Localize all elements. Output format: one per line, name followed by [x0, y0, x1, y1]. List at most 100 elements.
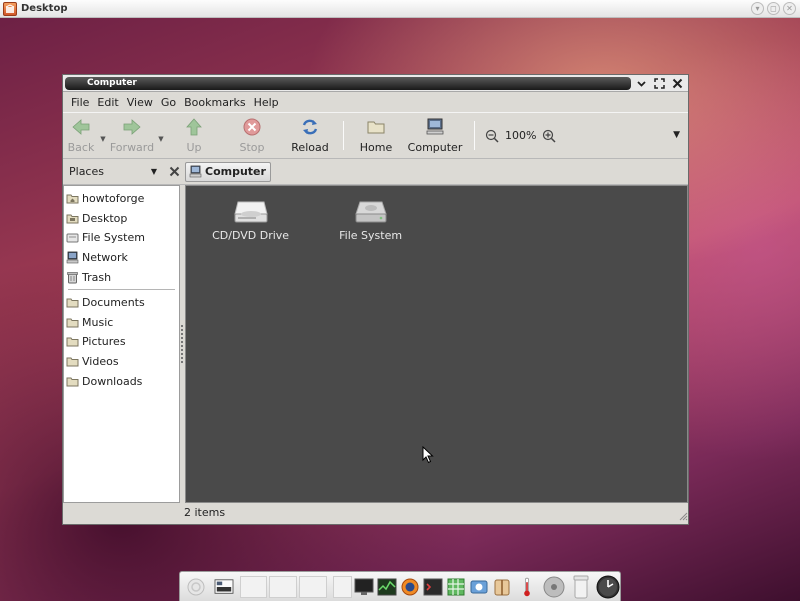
sidebar-item-videos[interactable]: Videos	[64, 352, 179, 372]
menu-view[interactable]: View	[123, 96, 157, 109]
up-arrow-icon	[186, 118, 202, 136]
reload-label: Reload	[291, 141, 329, 154]
computer-button[interactable]: Computer	[402, 113, 468, 158]
home-label: Home	[359, 141, 393, 154]
dock-cd-applet[interactable]	[542, 575, 567, 599]
window-title: Computer	[65, 76, 631, 90]
window-resize-grip[interactable]	[678, 511, 688, 521]
system-monitor-icon	[377, 578, 397, 595]
sidebar-item-downloads[interactable]: Downloads	[64, 371, 179, 391]
reload-button[interactable]: Reload	[283, 113, 337, 158]
desktop-folder-icon	[66, 214, 79, 224]
computer-icon	[426, 118, 444, 135]
dock-task-computer[interactable]	[211, 575, 238, 599]
places-title[interactable]: Places	[69, 165, 151, 178]
zoom-control: 100%	[481, 113, 556, 158]
hard-drive-icon	[354, 201, 387, 223]
sidebar-item-file-system[interactable]: File System	[64, 228, 179, 248]
stop-icon	[243, 118, 261, 136]
sidebar-item-pictures[interactable]: Pictures	[64, 332, 179, 352]
menu-edit[interactable]: Edit	[93, 96, 122, 109]
desktop-maximize-icon[interactable]: ◻	[767, 2, 780, 15]
sidebar-item-desktop[interactable]: Desktop	[64, 209, 179, 229]
sidebar-item-network[interactable]: Network	[64, 248, 179, 268]
dock-launcher-archive[interactable]	[492, 575, 513, 599]
menu-go[interactable]: Go	[157, 96, 180, 109]
dock-launcher-screenshot[interactable]	[469, 575, 490, 599]
folder-icon	[66, 298, 79, 308]
sidebar-item-label: File System	[82, 231, 145, 245]
desktop-close-icon[interactable]: ✕	[783, 2, 796, 15]
archive-icon	[494, 579, 510, 595]
forward-button[interactable]: Forward	[109, 113, 155, 158]
pane-resize-handle[interactable]	[180, 185, 184, 503]
menu-bookmarks[interactable]: Bookmarks	[180, 96, 249, 109]
dock-launcher-terminal[interactable]	[423, 575, 444, 599]
folder-icon	[66, 337, 79, 347]
sidebar-item-label: Documents	[82, 296, 145, 310]
optical-drive-icon	[233, 201, 268, 223]
window-titlebar[interactable]: Computer	[63, 75, 688, 92]
toolbar: Back ▼ Forward ▼ Up Stop Reload Home Com…	[63, 112, 688, 159]
maximize-icon[interactable]	[652, 76, 667, 91]
sidebar-item-trash[interactable]: Trash	[64, 267, 179, 287]
back-history-dropdown[interactable]: ▼	[97, 113, 109, 158]
forward-history-dropdown[interactable]: ▼	[155, 113, 167, 158]
firefox-icon	[401, 578, 419, 595]
forward-label: Forward	[109, 141, 155, 154]
bottom-dock	[179, 571, 621, 601]
dock-launcher-spreadsheet[interactable]	[446, 575, 467, 599]
hard-drive-icon	[66, 233, 79, 243]
dock-empty-slot[interactable]	[239, 575, 268, 598]
item-count: 2 items	[184, 505, 226, 519]
desktop-minimize-icon[interactable]: ▾	[751, 2, 764, 15]
dock-launcher-desktop[interactable]	[354, 575, 375, 599]
window-task-icon	[214, 578, 234, 594]
home-button[interactable]: Home	[350, 113, 402, 158]
reload-icon	[302, 119, 318, 135]
dock-launcher-browser[interactable]	[400, 575, 421, 599]
desktop-app-icon[interactable]	[3, 1, 17, 16]
breadcrumb-computer[interactable]: Computer	[185, 161, 271, 182]
file-item-file-system[interactable]: File System	[326, 198, 416, 242]
up-label: Up	[186, 141, 202, 154]
back-button[interactable]: Back	[65, 113, 97, 158]
clock-icon	[596, 575, 620, 598]
power-icon	[187, 578, 205, 595]
dock-clock-applet[interactable]	[595, 575, 620, 599]
close-icon[interactable]	[670, 76, 685, 91]
desktop-controls: ▾ ◻ ✕	[751, 2, 796, 15]
icon-view[interactable]: CD/DVD Drive File System	[184, 185, 688, 503]
toolbar-overflow-arrow[interactable]: ▼	[673, 130, 680, 140]
sidebar-item-documents[interactable]: Documents	[64, 293, 179, 313]
up-button[interactable]: Up	[167, 113, 221, 158]
sidebar-item-music[interactable]: Music	[64, 313, 179, 333]
status-bar: 2 items	[182, 503, 688, 521]
dock-empty-slot[interactable]	[299, 575, 327, 598]
stop-label: Stop	[239, 141, 265, 154]
toolbar-separator	[474, 121, 475, 150]
sidebar-item-label: Desktop	[82, 211, 128, 225]
zoom-level: 100%	[505, 129, 537, 142]
cd-player-icon	[543, 576, 565, 597]
places-dropdown-icon[interactable]: ▼	[151, 167, 157, 176]
dock-empty-slot[interactable]	[332, 575, 352, 598]
home-folder-icon	[367, 121, 385, 134]
file-item-cd-dvd-drive[interactable]: CD/DVD Drive	[206, 198, 296, 242]
menu-help[interactable]: Help	[250, 96, 283, 109]
stop-button[interactable]: Stop	[221, 113, 283, 158]
dock-thermometer-applet[interactable]	[515, 575, 540, 599]
sidebar-item-label: Trash	[82, 270, 112, 284]
dock-trash[interactable]	[568, 575, 593, 599]
zoom-out-icon[interactable]	[485, 129, 499, 143]
zoom-in-icon[interactable]	[542, 129, 556, 143]
dock-menu-button[interactable]	[184, 575, 209, 599]
dock-launcher-monitor[interactable]	[377, 575, 398, 599]
menu-file[interactable]: File	[67, 96, 93, 109]
network-icon	[66, 251, 79, 264]
sidebar-item-howtoforge[interactable]: howtoforge	[64, 189, 179, 209]
desktop-top-bar: Desktop ▾ ◻ ✕	[0, 0, 800, 18]
minimize-icon[interactable]	[634, 76, 649, 91]
close-sidebar-icon[interactable]	[169, 166, 180, 177]
dock-empty-slot[interactable]	[269, 575, 297, 598]
